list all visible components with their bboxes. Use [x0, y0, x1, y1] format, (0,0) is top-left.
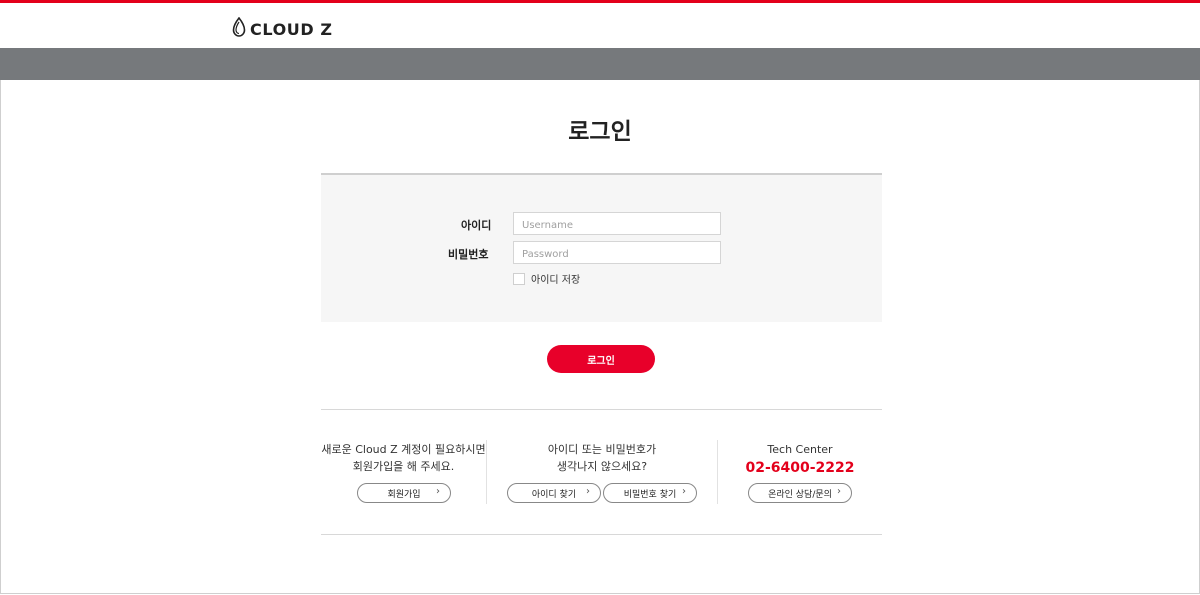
online-inquiry-button[interactable]: 온라인 상담/문의 › — [748, 483, 852, 503]
page-title: 로그인 — [568, 119, 632, 145]
tech-center-phone[interactable]: 02-6400-2222 — [718, 458, 882, 478]
remember-id-label[interactable]: 아이디 저장 — [531, 271, 580, 286]
tech-center-title: Tech Center — [767, 443, 833, 456]
password-input[interactable] — [514, 244, 720, 265]
find-account-section: 아이디 또는 비밀번호가 생각나지 않으세요? — [487, 441, 717, 475]
chevron-right-icon: › — [682, 486, 686, 497]
signup-text-line1: 새로운 Cloud Z 계정이 필요하시면 — [321, 443, 486, 456]
id-field-box — [513, 212, 721, 236]
footer-top-divider — [321, 409, 882, 410]
chevron-right-icon: › — [837, 486, 841, 497]
id-label: 아이디 — [461, 219, 492, 232]
footer-bottom-divider — [321, 534, 882, 535]
header: CLOUD Z — [0, 3, 1200, 48]
find-text-line2: 생각나지 않으세요? — [556, 460, 648, 473]
chevron-right-icon: › — [586, 486, 590, 497]
password-label: 비밀번호 — [448, 248, 489, 261]
find-password-button[interactable]: 비밀번호 찾기 › — [603, 483, 697, 503]
find-id-button-label: 아이디 찾기 — [531, 489, 577, 500]
tech-center-section: Tech Center 02-6400-2222 — [718, 441, 882, 478]
login-form: 아이디 비밀번호 아이디 저장 — [321, 173, 882, 322]
logo-text: CLOUD Z — [250, 19, 333, 39]
online-inquiry-button-label: 온라인 상담/문의 — [768, 489, 832, 500]
navigation-bar — [0, 48, 1200, 80]
signup-button-label: 회원가입 — [387, 489, 421, 500]
find-text-line1: 아이디 또는 비밀번호가 — [547, 443, 657, 456]
find-id-button[interactable]: 아이디 찾기 › — [507, 483, 601, 503]
cloud-drop-icon — [232, 16, 246, 41]
signup-section: 새로운 Cloud Z 계정이 필요하시면 회원가입을 해 주세요. — [321, 441, 486, 475]
logo[interactable]: CLOUD Z — [232, 16, 333, 41]
signup-button[interactable]: 회원가입 › — [357, 483, 451, 503]
password-field-box — [513, 241, 721, 265]
login-button[interactable]: 로그인 — [547, 345, 655, 373]
signup-text-line2: 회원가입을 해 주세요. — [352, 460, 455, 473]
id-input[interactable] — [514, 215, 720, 236]
remember-id-checkbox[interactable] — [513, 273, 525, 285]
find-password-button-label: 비밀번호 찾기 — [623, 489, 677, 500]
chevron-right-icon: › — [436, 486, 440, 497]
